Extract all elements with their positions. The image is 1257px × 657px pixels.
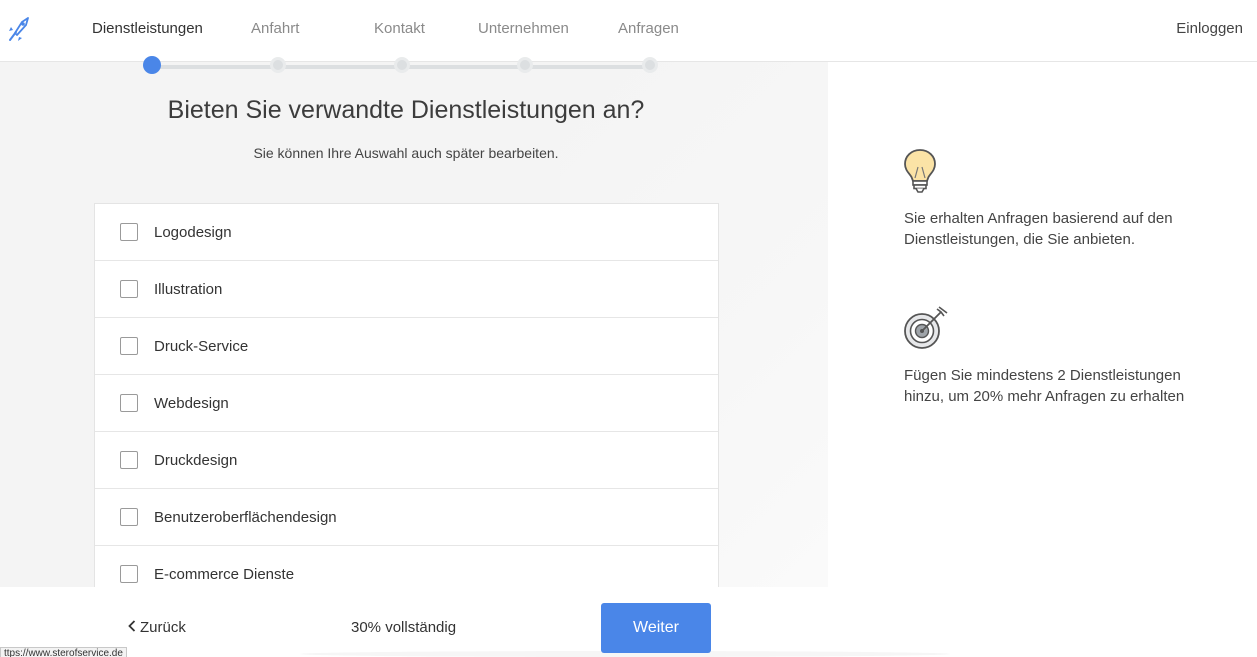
service-label: Benutzeroberflächendesign: [154, 509, 337, 526]
top-header: Dienstleistungen Anfahrt Kontakt Unterne…: [0, 0, 1257, 62]
service-row-logodesign[interactable]: Logodesign: [95, 204, 718, 261]
lightbulb-icon: [903, 148, 937, 199]
step-dot-3: [394, 57, 410, 73]
service-row-illustration[interactable]: Illustration: [95, 261, 718, 318]
service-label: Illustration: [154, 281, 223, 298]
nav-item-anfahrt[interactable]: Anfahrt: [251, 20, 299, 37]
service-label: E-commerce Dienste: [154, 566, 295, 583]
service-row-ecommerce[interactable]: E-commerce Dienste: [95, 546, 718, 587]
step-dot-1: [143, 56, 161, 74]
nav-item-unternehmen[interactable]: Unternehmen: [478, 20, 569, 37]
target-icon: [903, 305, 949, 356]
next-button[interactable]: Weiter: [601, 603, 711, 653]
service-row-benutzeroberflaechendesign[interactable]: Benutzeroberflächendesign: [95, 489, 718, 546]
back-label: Zurück: [140, 619, 186, 636]
checkbox[interactable]: [120, 337, 138, 355]
service-label: Webdesign: [154, 395, 229, 412]
tip-text-1: Sie erhalten Anfragen basierend auf den …: [904, 210, 1173, 248]
login-link[interactable]: Einloggen: [1176, 20, 1243, 37]
tip-text-2: Fügen Sie mindestens 2 Dienstleistungen …: [904, 367, 1185, 405]
service-row-webdesign[interactable]: Webdesign: [95, 375, 718, 432]
step-dot-4: [517, 57, 533, 73]
step-dot-5: [642, 57, 658, 73]
service-label: Logodesign: [154, 224, 232, 241]
back-button[interactable]: Zurück: [128, 619, 186, 636]
checkbox[interactable]: [120, 223, 138, 241]
service-label: Druckdesign: [154, 452, 238, 469]
nav-item-dienstleistungen[interactable]: Dienstleistungen: [92, 20, 203, 37]
page-subtitle: Sie können Ihre Auswahl auch später bear…: [253, 145, 559, 161]
checkbox[interactable]: [120, 280, 138, 298]
services-list: Logodesign Illustration Druck-Service We…: [94, 203, 719, 587]
service-label: Druck-Service: [154, 338, 249, 355]
logo-icon[interactable]: [4, 14, 34, 44]
page-title: Bieten Sie verwandte Dienstleistungen an…: [167, 96, 645, 124]
checkbox[interactable]: [120, 565, 138, 583]
step-dot-2: [270, 57, 286, 73]
progress-percentage: 30% vollständig: [351, 619, 457, 636]
checkbox[interactable]: [120, 508, 138, 526]
status-bar-url: ttps://www.sterofservice.de: [0, 647, 127, 657]
checkbox[interactable]: [120, 394, 138, 412]
service-row-druck-service[interactable]: Druck-Service: [95, 318, 718, 375]
service-row-druckdesign[interactable]: Druckdesign: [95, 432, 718, 489]
nav-item-kontakt[interactable]: Kontakt: [374, 20, 425, 37]
nav-item-anfragen[interactable]: Anfragen: [618, 20, 679, 37]
chevron-left-icon: [128, 619, 136, 636]
checkbox[interactable]: [120, 451, 138, 469]
